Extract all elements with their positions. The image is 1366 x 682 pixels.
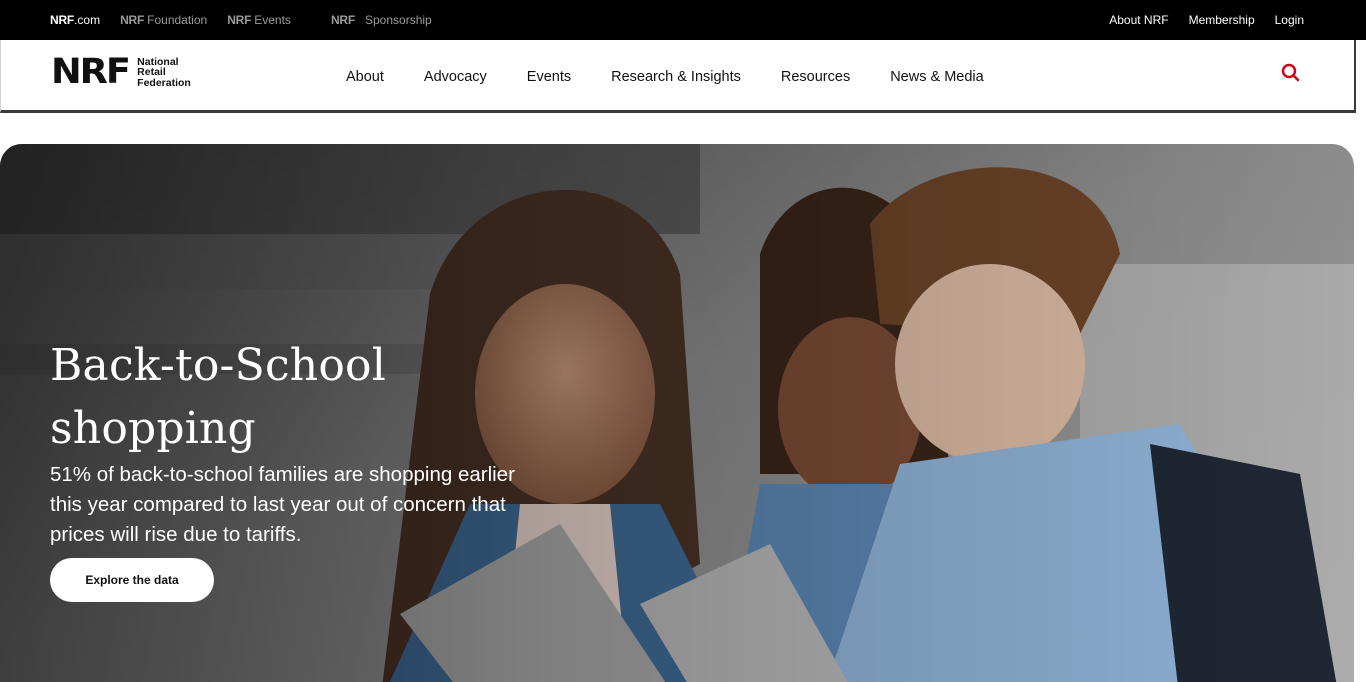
nrf-logo[interactable]: NRF National Retail Federation <box>51 52 191 92</box>
search-icon <box>1281 63 1300 82</box>
brand-link-nrf-sponsorship[interactable]: NRF Sponsorship <box>331 13 432 27</box>
brand-link-prefix: NRF <box>120 13 145 27</box>
main-nav: About Advocacy Events Research & Insight… <box>346 40 1024 113</box>
brand-link-suffix: Events <box>254 13 291 27</box>
top-utility-bar: NRF .com NRF Foundation NRF Events NRF Spons… <box>0 0 1366 40</box>
brand-link-suffix: .com <box>74 13 101 27</box>
brand-link-suffix: Sponsorship <box>365 13 432 27</box>
hero-title-line-2: shopping <box>50 403 256 454</box>
brand-link-nrf-foundation[interactable]: NRF Foundation <box>120 13 207 27</box>
brand-link-prefix: NRF <box>330 13 355 27</box>
hero-title-line-1: Back-to-School <box>50 340 386 391</box>
brand-link-prefix: NRF <box>227 13 252 27</box>
hero-title: Back-to-School shopping <box>50 334 530 460</box>
hero-description: 51% of back-to-school families are shopp… <box>50 463 515 546</box>
hero-banner: Back-to-School shopping 51% of back-to-s… <box>0 144 1354 682</box>
utility-links: About NRF Membership Login <box>1089 0 1304 40</box>
logo-mark: NRF <box>51 52 131 92</box>
brand-links: NRF .com NRF Foundation NRF Events NRF Spons… <box>50 0 452 40</box>
brand-link-nrf-com[interactable]: NRF .com <box>50 13 100 27</box>
nav-item-research-insights[interactable]: Research & Insights <box>611 69 741 85</box>
brand-link-nrf-events[interactable]: NRF Events <box>227 13 291 27</box>
search-button[interactable] <box>1280 62 1302 84</box>
membership-link[interactable]: Membership <box>1189 13 1255 27</box>
nav-item-resources[interactable]: Resources <box>781 69 850 85</box>
logo-line-federation: Federation <box>137 76 191 89</box>
main-header: NRF National Retail Federation About Adv… <box>0 40 1356 113</box>
nav-item-news-media[interactable]: News & Media <box>890 69 983 85</box>
login-link[interactable]: Login <box>1275 13 1304 27</box>
brand-link-prefix: NRF <box>50 13 75 27</box>
nav-item-advocacy[interactable]: Advocacy <box>424 69 487 85</box>
nav-item-about[interactable]: About <box>346 69 384 85</box>
nav-item-events[interactable]: Events <box>527 69 571 85</box>
logo-wordmark: National Retail Federation <box>137 57 191 89</box>
about-nrf-link[interactable]: About NRF <box>1109 13 1168 27</box>
hero-content: Back-to-School shopping 51% of back-to-s… <box>50 334 530 602</box>
explore-the-data-button[interactable]: Explore the data <box>50 558 214 602</box>
brand-link-suffix: Foundation <box>147 13 208 27</box>
